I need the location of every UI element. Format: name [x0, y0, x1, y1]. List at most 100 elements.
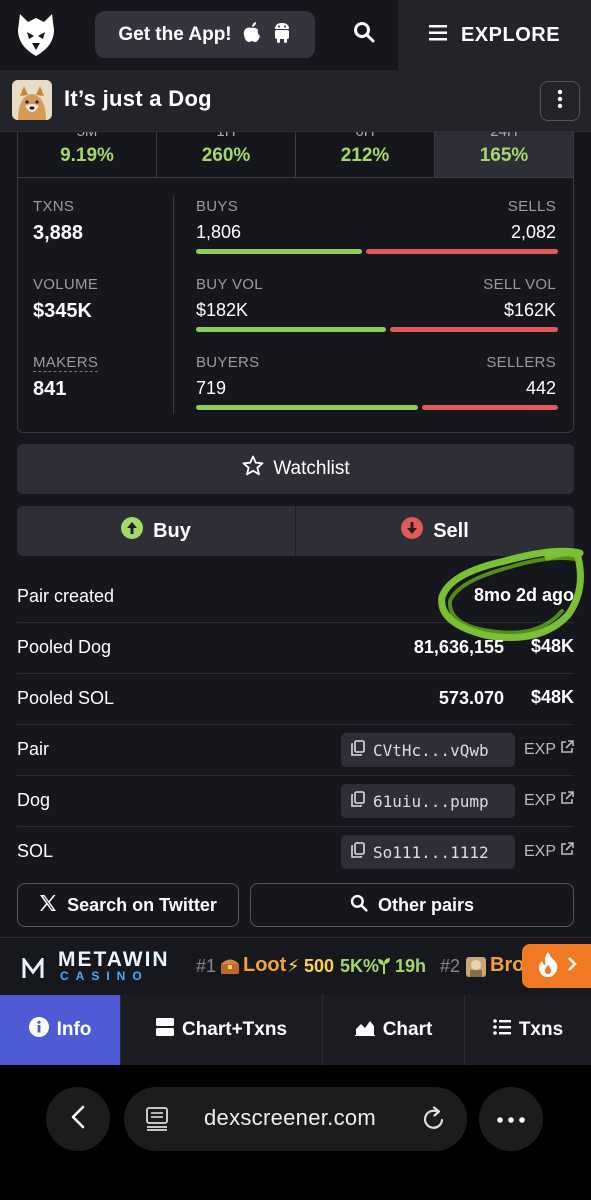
dog-label: Dog: [17, 790, 51, 810]
browser-back-button[interactable]: [46, 1087, 110, 1151]
other-pairs-button[interactable]: Other pairs: [250, 883, 574, 927]
copy-icon: [351, 842, 365, 862]
pooled-sol-amount: 573.070: [438, 688, 504, 708]
explore-menu-button[interactable]: EXPLORE: [398, 0, 591, 70]
treasure-icon: [220, 957, 240, 980]
reader-mode-icon[interactable]: [146, 1107, 168, 1136]
pair-explorer-link[interactable]: EXP: [524, 740, 574, 759]
more-options-button[interactable]: [540, 81, 580, 121]
buy-vol-ratio-bar: [196, 327, 386, 332]
x-logo-icon: [39, 894, 57, 917]
search-icon: [350, 894, 368, 917]
dog-address-row: Dog 61uiu...pump EXP: [17, 776, 574, 827]
list-icon: [493, 1019, 511, 1041]
buy-label: Buy: [153, 519, 191, 542]
pooled-sol-label: Pooled SOL: [17, 688, 115, 708]
ticker-rank-2: #2: [440, 956, 461, 976]
get-app-button[interactable]: Get the App!: [95, 11, 315, 58]
chevron-right-icon: [567, 956, 577, 977]
arrow-up-circle-icon: [121, 517, 144, 545]
tab-6h[interactable]: 6H 212%: [296, 132, 435, 177]
timeframe-tabs: 5M 9.19% 1H 260% 6H 212% 24H 165%: [17, 132, 574, 178]
apple-icon: [242, 21, 262, 49]
browser-more-button[interactable]: [479, 1087, 543, 1151]
makers-value: 841: [33, 378, 67, 400]
browser-toolbar: dexscreener.com: [0, 1065, 591, 1200]
buyers-label: BUYERS: [196, 354, 260, 371]
tab-5m-label: 5M: [18, 132, 156, 140]
buyers-value: 719: [196, 378, 227, 398]
dexscreener-logo-icon[interactable]: [16, 12, 56, 58]
info-icon: [28, 1017, 49, 1043]
trading-stats-panel: TXNS 3,888 VOLUME $345K MAKERS 841 BUYS …: [17, 178, 574, 433]
chevron-left-icon: [71, 1105, 85, 1134]
pooled-dog-label: Pooled Dog: [17, 637, 112, 657]
area-chart-icon: [354, 1018, 375, 1042]
exp-label: EXP: [523, 791, 556, 809]
trending-ticker: METAWIN CASINO #1 Loot ⚡ 500 5K% 19h #2 …: [0, 937, 591, 995]
buy-button[interactable]: Buy: [17, 506, 296, 556]
volume-label: VOLUME: [33, 276, 99, 293]
bottom-tab-bar: Info Chart+Txns Chart Txns: [0, 995, 591, 1065]
trending-expand-button[interactable]: [522, 944, 591, 988]
stats-divider: [173, 196, 174, 414]
explore-label: EXPLORE: [460, 23, 561, 46]
tab-24h-change: 165%: [479, 145, 529, 166]
top-bar: Get the App! EXPLORE: [0, 0, 591, 70]
search-icon: [353, 21, 375, 48]
ticker-age-1: 19h: [395, 956, 427, 976]
sprout-icon: [377, 956, 391, 979]
tab-chart-txns[interactable]: Chart+Txns: [121, 995, 323, 1065]
bolt-icon: ⚡: [287, 956, 300, 976]
copy-icon: [351, 791, 365, 811]
ticker-change-1: 5K%: [340, 956, 380, 976]
tab-24h-label: 24H: [435, 132, 573, 140]
tab-txns-label: Txns: [518, 1019, 564, 1040]
tab-5m-change: 9.19%: [60, 145, 114, 166]
sells-label: SELLS: [507, 198, 556, 215]
star-icon: [241, 454, 265, 484]
tab-1h[interactable]: 1H 260%: [157, 132, 296, 177]
buys-ratio-bar: [196, 249, 362, 254]
pair-address-row: Pair CVtHc...vQwb EXP: [17, 725, 574, 776]
hamburger-icon: [428, 24, 449, 47]
ticker-name-2[interactable]: Bro: [490, 954, 524, 977]
tab-chart[interactable]: Chart: [323, 995, 465, 1065]
pair-address: CVtHc...vQwb: [373, 740, 489, 760]
layout-split-icon: [155, 1018, 174, 1042]
txns-value: 3,888: [33, 222, 84, 244]
sol-address-copy-button[interactable]: So111...1112: [341, 835, 515, 869]
tab-24h[interactable]: 24H 165%: [435, 132, 573, 177]
pooled-sol-usd: $48K: [530, 687, 574, 707]
sol-explorer-link[interactable]: EXP: [524, 842, 574, 861]
search-twitter-button[interactable]: Search on Twitter: [17, 883, 239, 927]
watchlist-button[interactable]: Watchlist: [17, 444, 574, 494]
sell-vol-ratio-bar: [390, 327, 558, 332]
search-button[interactable]: [340, 11, 388, 58]
makers-label: MAKERS: [33, 354, 99, 372]
tab-info[interactable]: Info: [0, 995, 121, 1065]
sells-value: 2,082: [510, 222, 556, 242]
pooled-dog-usd: $48K: [530, 636, 574, 656]
ticker-name-1[interactable]: Loot: [243, 954, 286, 977]
buys-value: 1,806: [196, 222, 242, 242]
metawin-sub: CASINO: [60, 969, 149, 983]
sellers-value: 442: [525, 378, 556, 398]
tab-1h-label: 1H: [157, 132, 295, 140]
exp-label: EXP: [523, 842, 556, 860]
sol-address: So111...1112: [373, 842, 489, 862]
tab-1h-change: 260%: [201, 145, 251, 166]
dog-explorer-link[interactable]: EXP: [524, 791, 574, 810]
pooled-sol-row: Pooled SOL 573.070 $48K: [17, 674, 574, 725]
sell-vol-label: SELL VOL: [483, 276, 556, 293]
buy-vol-value: $182K: [196, 300, 249, 320]
tab-5m[interactable]: 5M 9.19%: [18, 132, 157, 177]
address-bar[interactable]: dexscreener.com: [124, 1087, 467, 1151]
tab-txns[interactable]: Txns: [465, 995, 591, 1065]
ticker-rank-1: #1: [196, 956, 217, 976]
sell-vol-value: $162K: [503, 300, 556, 320]
pair-address-copy-button[interactable]: CVtHc...vQwb: [341, 733, 515, 767]
reload-icon[interactable]: [422, 1106, 446, 1137]
volume-value: $345K: [33, 300, 92, 322]
dog-address-copy-button[interactable]: 61uiu...pump: [341, 784, 515, 818]
